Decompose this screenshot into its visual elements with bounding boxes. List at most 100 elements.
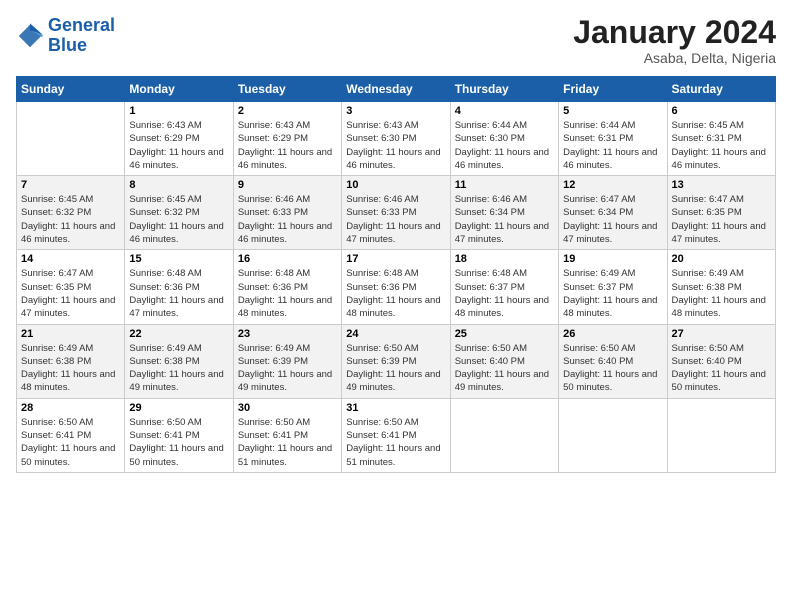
day-info: Sunrise: 6:46 AMSunset: 6:34 PMDaylight:… xyxy=(455,193,554,246)
calendar-cell: 20 Sunrise: 6:49 AMSunset: 6:38 PMDaylig… xyxy=(667,250,775,324)
day-number: 28 xyxy=(21,402,120,414)
day-number: 26 xyxy=(563,328,662,340)
day-number: 25 xyxy=(455,328,554,340)
day-number: 31 xyxy=(346,402,445,414)
day-number: 3 xyxy=(346,105,445,117)
calendar-cell: 13 Sunrise: 6:47 AMSunset: 6:35 PMDaylig… xyxy=(667,176,775,250)
calendar-cell: 11 Sunrise: 6:46 AMSunset: 6:34 PMDaylig… xyxy=(450,176,558,250)
day-info: Sunrise: 6:50 AMSunset: 6:41 PMDaylight:… xyxy=(238,416,337,469)
day-info: Sunrise: 6:47 AMSunset: 6:35 PMDaylight:… xyxy=(21,267,120,320)
col-tuesday: Tuesday xyxy=(233,77,341,102)
calendar-cell: 18 Sunrise: 6:48 AMSunset: 6:37 PMDaylig… xyxy=(450,250,558,324)
day-number: 1 xyxy=(129,105,228,117)
day-number: 22 xyxy=(129,328,228,340)
calendar-cell: 24 Sunrise: 6:50 AMSunset: 6:39 PMDaylig… xyxy=(342,324,450,398)
calendar-cell: 4 Sunrise: 6:44 AMSunset: 6:30 PMDayligh… xyxy=(450,102,558,176)
calendar-cell: 5 Sunrise: 6:44 AMSunset: 6:31 PMDayligh… xyxy=(559,102,667,176)
day-number: 2 xyxy=(238,105,337,117)
day-number: 6 xyxy=(672,105,771,117)
header: General Blue January 2024 Asaba, Delta, … xyxy=(16,16,776,66)
day-info: Sunrise: 6:46 AMSunset: 6:33 PMDaylight:… xyxy=(346,193,445,246)
day-number: 4 xyxy=(455,105,554,117)
logo-line2: Blue xyxy=(48,35,87,55)
title-area: January 2024 Asaba, Delta, Nigeria xyxy=(573,16,776,66)
day-info: Sunrise: 6:43 AMSunset: 6:29 PMDaylight:… xyxy=(129,119,228,172)
day-info: Sunrise: 6:49 AMSunset: 6:37 PMDaylight:… xyxy=(563,267,662,320)
calendar-cell: 9 Sunrise: 6:46 AMSunset: 6:33 PMDayligh… xyxy=(233,176,341,250)
day-info: Sunrise: 6:47 AMSunset: 6:34 PMDaylight:… xyxy=(563,193,662,246)
calendar-cell: 12 Sunrise: 6:47 AMSunset: 6:34 PMDaylig… xyxy=(559,176,667,250)
calendar-week-2: 7 Sunrise: 6:45 AMSunset: 6:32 PMDayligh… xyxy=(17,176,776,250)
logo-text: General Blue xyxy=(48,16,115,56)
calendar-cell: 17 Sunrise: 6:48 AMSunset: 6:36 PMDaylig… xyxy=(342,250,450,324)
day-number: 21 xyxy=(21,328,120,340)
calendar-cell: 6 Sunrise: 6:45 AMSunset: 6:31 PMDayligh… xyxy=(667,102,775,176)
day-info: Sunrise: 6:50 AMSunset: 6:40 PMDaylight:… xyxy=(563,342,662,395)
day-info: Sunrise: 6:49 AMSunset: 6:38 PMDaylight:… xyxy=(672,267,771,320)
day-number: 8 xyxy=(129,179,228,191)
calendar-cell: 30 Sunrise: 6:50 AMSunset: 6:41 PMDaylig… xyxy=(233,398,341,472)
day-number: 27 xyxy=(672,328,771,340)
col-sunday: Sunday xyxy=(17,77,125,102)
day-number: 30 xyxy=(238,402,337,414)
calendar-cell: 31 Sunrise: 6:50 AMSunset: 6:41 PMDaylig… xyxy=(342,398,450,472)
calendar-cell: 26 Sunrise: 6:50 AMSunset: 6:40 PMDaylig… xyxy=(559,324,667,398)
calendar-cell: 21 Sunrise: 6:49 AMSunset: 6:38 PMDaylig… xyxy=(17,324,125,398)
logo: General Blue xyxy=(16,16,115,56)
day-number: 13 xyxy=(672,179,771,191)
logo-line1: General xyxy=(48,15,115,35)
calendar-cell: 16 Sunrise: 6:48 AMSunset: 6:36 PMDaylig… xyxy=(233,250,341,324)
col-friday: Friday xyxy=(559,77,667,102)
day-info: Sunrise: 6:45 AMSunset: 6:31 PMDaylight:… xyxy=(672,119,771,172)
day-info: Sunrise: 6:43 AMSunset: 6:30 PMDaylight:… xyxy=(346,119,445,172)
calendar-cell: 28 Sunrise: 6:50 AMSunset: 6:41 PMDaylig… xyxy=(17,398,125,472)
calendar-week-4: 21 Sunrise: 6:49 AMSunset: 6:38 PMDaylig… xyxy=(17,324,776,398)
calendar-cell: 25 Sunrise: 6:50 AMSunset: 6:40 PMDaylig… xyxy=(450,324,558,398)
day-info: Sunrise: 6:49 AMSunset: 6:38 PMDaylight:… xyxy=(21,342,120,395)
header-row: Sunday Monday Tuesday Wednesday Thursday… xyxy=(17,77,776,102)
col-thursday: Thursday xyxy=(450,77,558,102)
day-info: Sunrise: 6:44 AMSunset: 6:31 PMDaylight:… xyxy=(563,119,662,172)
day-number: 7 xyxy=(21,179,120,191)
day-number: 5 xyxy=(563,105,662,117)
day-number: 9 xyxy=(238,179,337,191)
calendar-cell: 29 Sunrise: 6:50 AMSunset: 6:41 PMDaylig… xyxy=(125,398,233,472)
calendar-cell: 3 Sunrise: 6:43 AMSunset: 6:30 PMDayligh… xyxy=(342,102,450,176)
day-info: Sunrise: 6:47 AMSunset: 6:35 PMDaylight:… xyxy=(672,193,771,246)
calendar-cell xyxy=(667,398,775,472)
day-info: Sunrise: 6:50 AMSunset: 6:41 PMDaylight:… xyxy=(346,416,445,469)
day-info: Sunrise: 6:48 AMSunset: 6:36 PMDaylight:… xyxy=(129,267,228,320)
page-container: General Blue January 2024 Asaba, Delta, … xyxy=(0,0,792,483)
day-info: Sunrise: 6:45 AMSunset: 6:32 PMDaylight:… xyxy=(129,193,228,246)
calendar-cell xyxy=(559,398,667,472)
day-number: 15 xyxy=(129,253,228,265)
day-info: Sunrise: 6:50 AMSunset: 6:40 PMDaylight:… xyxy=(455,342,554,395)
calendar-cell: 23 Sunrise: 6:49 AMSunset: 6:39 PMDaylig… xyxy=(233,324,341,398)
col-monday: Monday xyxy=(125,77,233,102)
day-number: 14 xyxy=(21,253,120,265)
location: Asaba, Delta, Nigeria xyxy=(573,50,776,66)
calendar-cell: 15 Sunrise: 6:48 AMSunset: 6:36 PMDaylig… xyxy=(125,250,233,324)
day-number: 12 xyxy=(563,179,662,191)
calendar-week-3: 14 Sunrise: 6:47 AMSunset: 6:35 PMDaylig… xyxy=(17,250,776,324)
day-info: Sunrise: 6:44 AMSunset: 6:30 PMDaylight:… xyxy=(455,119,554,172)
col-wednesday: Wednesday xyxy=(342,77,450,102)
day-info: Sunrise: 6:50 AMSunset: 6:41 PMDaylight:… xyxy=(129,416,228,469)
calendar-cell: 8 Sunrise: 6:45 AMSunset: 6:32 PMDayligh… xyxy=(125,176,233,250)
logo-icon xyxy=(16,22,44,50)
day-info: Sunrise: 6:45 AMSunset: 6:32 PMDaylight:… xyxy=(21,193,120,246)
day-number: 19 xyxy=(563,253,662,265)
calendar-week-1: 1 Sunrise: 6:43 AMSunset: 6:29 PMDayligh… xyxy=(17,102,776,176)
day-number: 11 xyxy=(455,179,554,191)
day-number: 18 xyxy=(455,253,554,265)
col-saturday: Saturday xyxy=(667,77,775,102)
month-title: January 2024 xyxy=(573,16,776,48)
calendar-table: Sunday Monday Tuesday Wednesday Thursday… xyxy=(16,76,776,473)
day-info: Sunrise: 6:48 AMSunset: 6:37 PMDaylight:… xyxy=(455,267,554,320)
day-number: 20 xyxy=(672,253,771,265)
calendar-cell: 22 Sunrise: 6:49 AMSunset: 6:38 PMDaylig… xyxy=(125,324,233,398)
day-number: 29 xyxy=(129,402,228,414)
day-number: 24 xyxy=(346,328,445,340)
calendar-cell: 27 Sunrise: 6:50 AMSunset: 6:40 PMDaylig… xyxy=(667,324,775,398)
day-info: Sunrise: 6:48 AMSunset: 6:36 PMDaylight:… xyxy=(346,267,445,320)
